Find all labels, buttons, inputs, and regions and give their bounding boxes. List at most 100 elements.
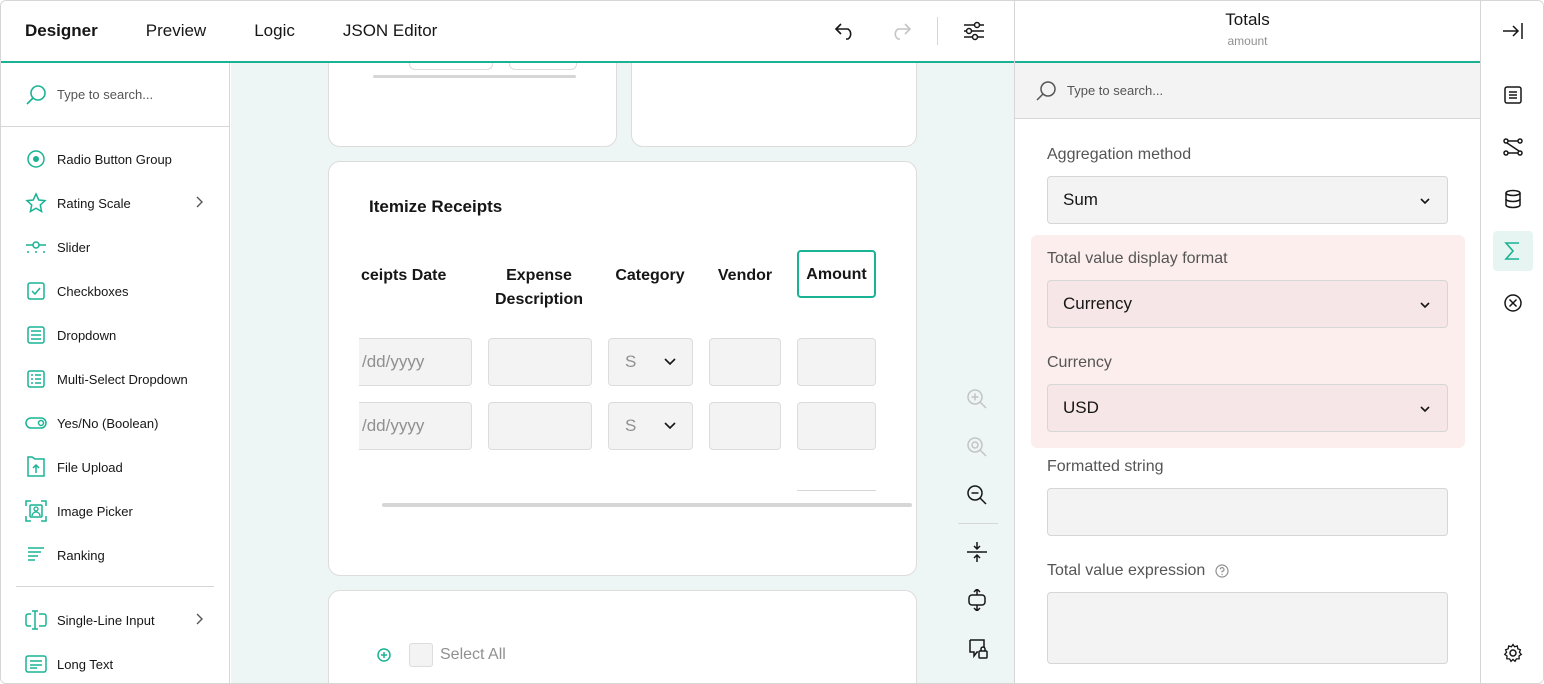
settings-gear-button[interactable] [1493,633,1533,673]
toolbox-item-label: Yes/No (Boolean) [57,415,159,431]
toolbox-item-yes-no-boolean[interactable]: Yes/No (Boolean) [1,401,229,445]
undo-button[interactable] [817,1,873,61]
column-header-date[interactable]: ceipts Date [361,264,461,288]
scrollbar[interactable] [373,75,576,78]
lock-button[interactable] [957,628,997,668]
chevron-right-icon[interactable] [195,196,203,211]
long-text-icon [25,653,47,675]
total-value-expression-input[interactable] [1047,592,1448,664]
toolbox-item-slider[interactable]: Slider [1,225,229,269]
amount-cell[interactable] [797,338,876,386]
column-header-vendor[interactable]: Vendor [709,264,781,288]
chevron-down-icon [1420,406,1430,413]
description-cell[interactable] [488,338,592,386]
file-upload-icon [25,456,47,478]
property-grid-subtitle: amount [1227,34,1268,48]
radio-icon [25,148,47,170]
chevron-down-icon [664,422,676,430]
zoom-in-button[interactable] [957,379,997,419]
tab-preview[interactable]: Preview [122,1,230,61]
expand-all-button[interactable] [957,580,997,620]
vendor-cell[interactable] [709,402,781,450]
toolbox-item-rating-scale[interactable]: Rating Scale [1,181,229,225]
select-all-checkbox[interactable] [409,643,433,667]
question-card[interactable]: Select All [328,590,917,683]
date-cell[interactable]: /dd/yyyy [359,402,472,450]
zoom-out-button[interactable] [957,475,997,515]
date-cell[interactable]: /dd/yyyy [359,338,472,386]
tab-designer[interactable]: Designer [1,1,122,63]
matrix-question-card[interactable]: Itemize Receipts ceipts Date Expense Des… [328,161,917,576]
column-header-description[interactable]: Expense Description [487,264,591,312]
search-icon [26,84,46,105]
zoom-reset-button[interactable] [957,427,997,467]
zoom-in-icon [967,389,987,409]
tab-json-editor[interactable]: JSON Editor [319,1,461,61]
category-value: S [625,416,637,435]
creator-window: Designer Preview Logic JSON Editor Type … [0,0,1544,684]
logic-tab-button[interactable] [1493,127,1533,167]
amount-cell[interactable] [797,402,876,450]
data-tab-button[interactable] [1493,179,1533,219]
lock-icon [969,639,988,659]
property-grid-header: Totals amount [1015,1,1480,63]
zoom-divider [958,523,998,524]
toolbox-item-label: Single-Line Input [57,612,155,628]
totals-tab-button[interactable] [1493,231,1533,271]
chevron-down-icon [1420,198,1430,205]
redo-button[interactable] [873,1,929,61]
formatted-string-input[interactable] [1047,488,1448,536]
toolbox-item-multi-select-dropdown[interactable]: Multi-Select Dropdown [1,357,229,401]
search-icon [1036,80,1056,101]
description-cell[interactable] [488,402,592,450]
tab-logic[interactable]: Logic [230,1,319,61]
toolbox-item-label: File Upload [57,459,123,475]
question-title[interactable]: Itemize Receipts [369,197,502,217]
question-card-partial[interactable] [328,63,617,147]
sliders-icon [964,21,984,41]
checkbox-icon [25,280,47,302]
multiselect-icon [25,368,47,390]
display-format-label: Total value display format [1047,250,1228,267]
aggregation-method-label: Aggregation method [1047,146,1192,163]
help-icon[interactable] [1215,564,1229,578]
toolbox-item-file-upload[interactable]: File Upload [1,445,229,489]
toolbox-item-label: Rating Scale [57,195,131,211]
date-placeholder: /dd/yyyy [362,352,425,371]
column-header-amount[interactable]: Amount [797,250,876,298]
vendor-cell[interactable] [709,338,781,386]
display-format-dropdown[interactable]: Currency [1047,280,1448,328]
column-header-category[interactable]: Category [607,264,693,288]
aggregation-method-dropdown[interactable]: Sum [1047,176,1448,224]
toolbox-search[interactable]: Type to search... [1,63,229,127]
category-value: S [625,352,637,371]
horizontal-scrollbar[interactable] [382,503,912,507]
toolbox-item-checkboxes[interactable]: Checkboxes [1,269,229,313]
slider-icon [25,236,47,258]
toolbox-item-ranking[interactable]: Ranking [1,533,229,577]
toolbox-item-single-line-input[interactable]: Single-Line Input [1,598,229,642]
currency-dropdown[interactable]: USD [1047,384,1448,432]
currency-value: USD [1063,398,1099,417]
collapse-panel-button[interactable] [1493,11,1533,51]
category-dropdown-cell[interactable]: S [608,402,693,450]
text-input-icon [25,609,47,631]
settings-button[interactable] [946,1,1002,61]
toolbox-item-label: Radio Button Group [57,151,172,167]
toolbox-item-image-picker[interactable]: Image Picker [1,489,229,533]
design-canvas: Itemize Receipts ceipts Date Expense Des… [231,63,1014,683]
general-tab-button[interactable] [1493,75,1533,115]
plus-circle-icon[interactable] [377,648,391,662]
validation-tab-button[interactable] [1493,283,1533,323]
toolbox-item-dropdown[interactable]: Dropdown [1,313,229,357]
collapse-all-button[interactable] [957,532,997,572]
button-stub [509,63,577,70]
clear-circle-icon [1504,294,1522,312]
chevron-down-icon [664,358,676,366]
category-dropdown-cell[interactable]: S [608,338,693,386]
chevron-right-icon[interactable] [195,613,203,628]
toolbox-item-long-text[interactable]: Long Text [1,642,229,683]
property-search[interactable]: Type to search... [1015,63,1480,119]
question-card-partial[interactable] [631,63,917,147]
toolbox-item-radio-button-group[interactable]: Radio Button Group [1,137,229,181]
